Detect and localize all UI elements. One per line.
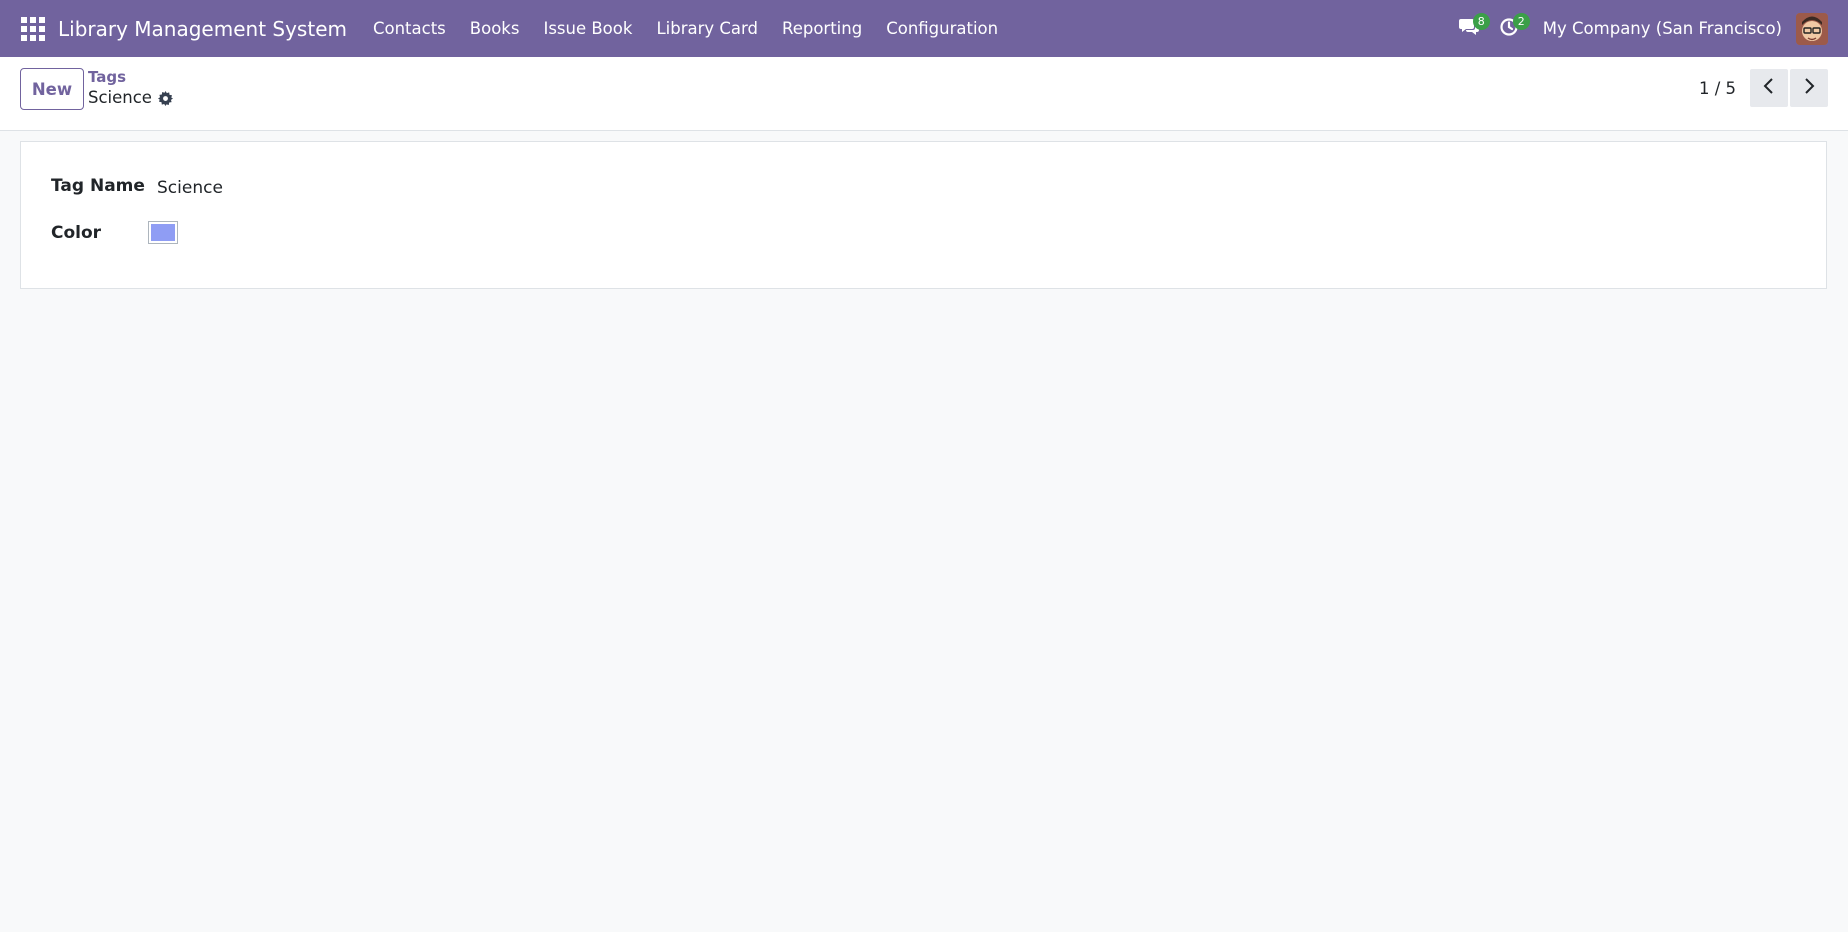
breadcrumb: Tags Science xyxy=(88,68,173,109)
menu-item-library-card[interactable]: Library Card xyxy=(644,19,770,38)
breadcrumb-current: Science xyxy=(88,87,173,109)
company-switcher[interactable]: My Company (San Francisco) xyxy=(1543,19,1782,38)
breadcrumb-parent-tags[interactable]: Tags xyxy=(88,68,173,87)
app-menu-icon[interactable] xyxy=(20,16,46,42)
breadcrumb-current-label: Science xyxy=(88,88,152,107)
messages-button[interactable]: 8 xyxy=(1449,0,1490,57)
pager-previous-button[interactable] xyxy=(1750,69,1788,107)
main-menu: Contacts Books Issue Book Library Card R… xyxy=(361,19,1010,38)
app-title[interactable]: Library Management System xyxy=(58,17,347,41)
tag-name-label: Tag Name xyxy=(51,176,145,196)
new-button[interactable]: New xyxy=(20,68,84,110)
chevron-left-icon xyxy=(1763,78,1775,98)
menu-item-configuration[interactable]: Configuration xyxy=(874,19,1010,38)
chevron-right-icon xyxy=(1803,78,1815,98)
gear-icon[interactable] xyxy=(157,90,173,106)
menu-item-contacts[interactable]: Contacts xyxy=(361,19,458,38)
menu-item-books[interactable]: Books xyxy=(458,19,532,38)
color-picker[interactable] xyxy=(148,221,178,244)
activities-count-badge: 2 xyxy=(1512,13,1530,30)
top-navbar: Library Management System Contacts Books… xyxy=(0,0,1848,57)
control-panel: New Tags Science 1 / 5 xyxy=(0,57,1848,131)
user-avatar[interactable] xyxy=(1796,12,1828,45)
menu-item-reporting[interactable]: Reporting xyxy=(770,19,874,38)
systray: 8 2 My Company (San Francisco) xyxy=(1449,0,1848,57)
form-sheet: Tag Name Science Color xyxy=(20,141,1827,289)
pager: 1 / 5 xyxy=(1699,69,1828,107)
tag-name-field[interactable]: Science xyxy=(157,178,223,198)
pager-next-button[interactable] xyxy=(1790,69,1828,107)
messages-count-badge: 8 xyxy=(1472,13,1490,30)
color-swatch-fill xyxy=(151,224,175,241)
activities-button[interactable]: 2 xyxy=(1489,0,1530,57)
color-label: Color xyxy=(51,223,102,243)
menu-item-issue-book[interactable]: Issue Book xyxy=(531,19,644,38)
pager-value[interactable]: 1 / 5 xyxy=(1699,79,1736,98)
